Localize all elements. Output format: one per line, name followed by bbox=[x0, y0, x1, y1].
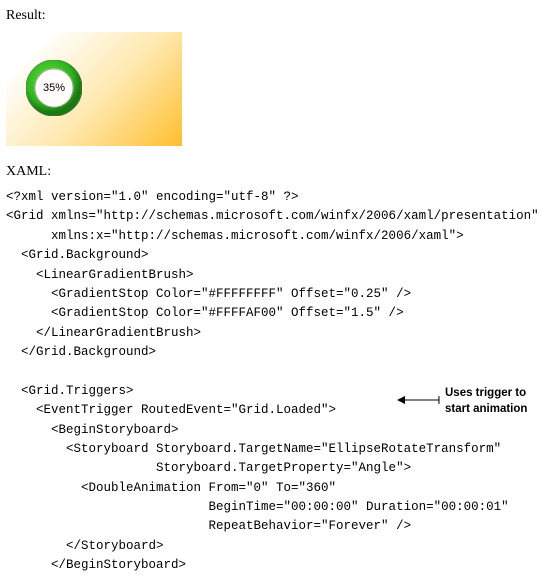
code-line: <Grid xmlns="http://schemas.microsoft.co… bbox=[6, 209, 539, 223]
result-label: Result: bbox=[6, 8, 549, 24]
code-line: <EventTrigger RoutedEvent="Grid.Loaded"> bbox=[6, 403, 336, 417]
code-region: <?xml version="1.0" encoding="utf-8" ?> … bbox=[4, 188, 549, 576]
arrow-left-icon bbox=[395, 393, 441, 407]
code-line: BeginTime="00:00:00" Duration="00:00:01" bbox=[6, 500, 509, 514]
code-line: </LinearGradientBrush> bbox=[6, 326, 201, 340]
code-line: Storyboard.TargetProperty="Angle"> bbox=[6, 461, 411, 475]
code-line: </Grid.Background> bbox=[6, 345, 156, 359]
donut-chart: 35% bbox=[26, 60, 82, 116]
code-line: RepeatBehavior="Forever" /> bbox=[6, 519, 411, 533]
code-line: <Grid.Background> bbox=[6, 248, 149, 262]
code-line: <DoubleAnimation From="0" To="360" bbox=[6, 481, 336, 495]
code-line: <GradientStop Color="#FFFFFFFF" Offset="… bbox=[6, 287, 411, 301]
callout-annotation: Uses trigger to start animation bbox=[395, 386, 541, 417]
code-line: <GradientStop Color="#FFFFAF00" Offset="… bbox=[6, 306, 404, 320]
code-line: <?xml version="1.0" encoding="utf-8" ?> bbox=[6, 190, 299, 204]
annotation-line: Uses trigger to bbox=[445, 387, 526, 399]
annotation-line: start animation bbox=[445, 403, 527, 415]
code-line: xmlns:x="http://schemas.microsoft.com/wi… bbox=[6, 229, 464, 243]
annotation-text: Uses trigger to start animation bbox=[445, 386, 541, 417]
code-block: <?xml version="1.0" encoding="utf-8" ?> … bbox=[6, 188, 549, 576]
donut-value-label: 35% bbox=[26, 60, 82, 116]
code-line: <LinearGradientBrush> bbox=[6, 268, 194, 282]
code-line: <Grid.Triggers> bbox=[6, 384, 134, 398]
xaml-label: XAML: bbox=[6, 164, 549, 180]
code-line: <BeginStoryboard> bbox=[6, 423, 179, 437]
code-line: </Storyboard> bbox=[6, 539, 164, 553]
preview-panel: 35% bbox=[6, 32, 182, 146]
code-line: <Storyboard Storyboard.TargetName="Ellip… bbox=[6, 442, 501, 456]
code-line: </BeginStoryboard> bbox=[6, 558, 186, 572]
